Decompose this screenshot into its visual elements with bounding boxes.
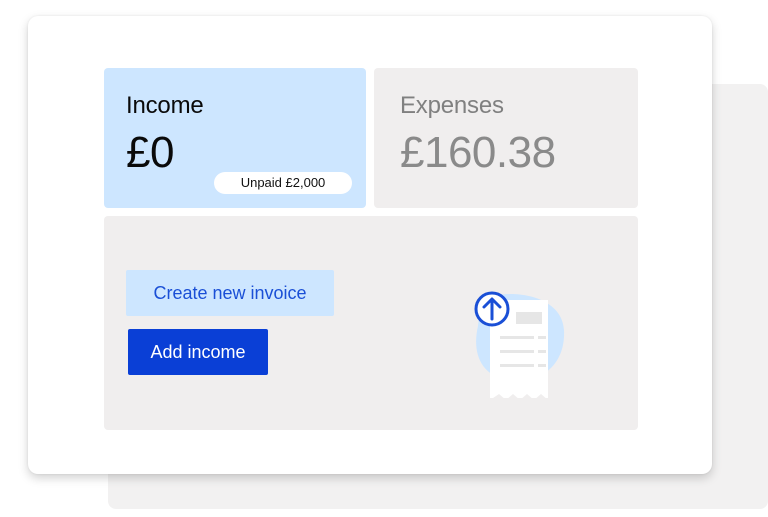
- receipt-line: [500, 364, 534, 367]
- income-tile[interactable]: Income £0 Unpaid £2,000: [104, 68, 366, 208]
- expenses-tile[interactable]: Expenses £160.38: [374, 68, 638, 208]
- receipt-line: [538, 350, 546, 353]
- actions-panel: Create new invoice Add income: [104, 216, 638, 430]
- stage: Income £0 Unpaid £2,000 Expenses £160.38…: [0, 0, 768, 517]
- income-amount: £0: [126, 128, 174, 177]
- receipt-line: [538, 336, 546, 339]
- receipt-label-block: [516, 312, 542, 324]
- receipt-illustration: [474, 291, 565, 400]
- add-income-button[interactable]: Add income: [128, 329, 268, 375]
- unpaid-badge: Unpaid £2,000: [214, 172, 352, 194]
- expenses-amount: £160.38: [400, 128, 556, 177]
- create-invoice-button[interactable]: Create new invoice: [126, 270, 334, 316]
- summary-card: Income £0 Unpaid £2,000 Expenses £160.38…: [28, 16, 712, 474]
- receipt-line: [500, 336, 534, 339]
- receipt-line: [500, 350, 534, 353]
- expenses-title: Expenses: [400, 92, 504, 119]
- receipt-upload-icon: [444, 268, 574, 400]
- income-title: Income: [126, 92, 204, 119]
- receipt-line: [538, 364, 546, 367]
